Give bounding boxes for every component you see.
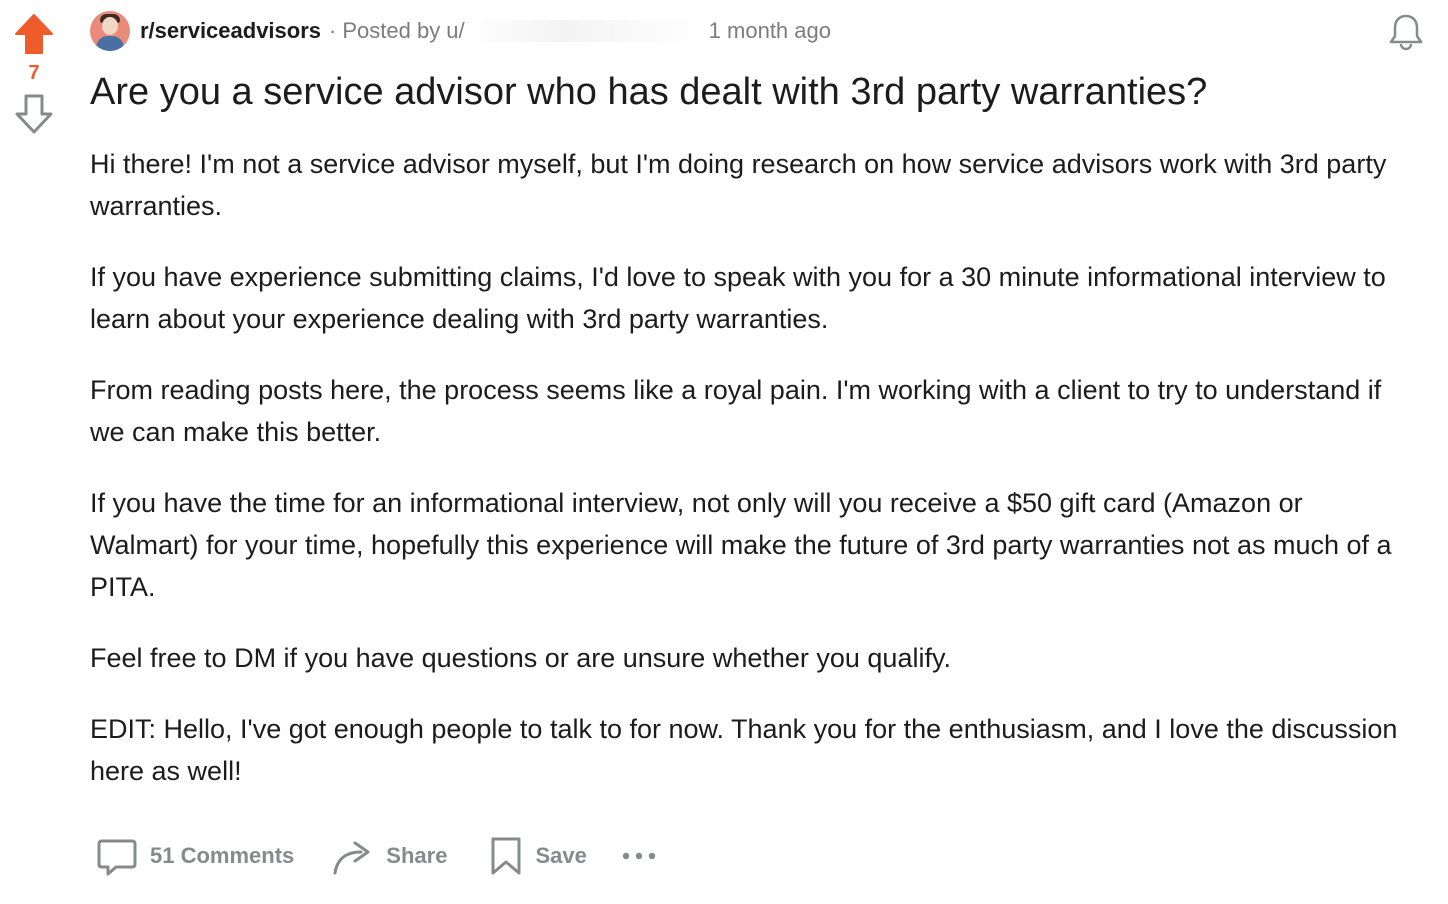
arrow-up-filled-icon: [15, 14, 53, 54]
subreddit-avatar[interactable]: [90, 11, 130, 51]
vote-count: 7: [28, 62, 40, 84]
save-button[interactable]: Save: [489, 835, 587, 877]
comments-button[interactable]: 51 Comments: [96, 835, 294, 877]
post-time: 1 month ago: [708, 18, 831, 43]
post-paragraph: From reading posts here, the process see…: [90, 375, 1382, 447]
subreddit-link[interactable]: r/serviceadvisors: [140, 18, 321, 44]
save-label: Save: [535, 843, 587, 868]
post-meta: r/serviceadvisors · Posted by u/ 1 month…: [90, 11, 1410, 51]
more-options-button[interactable]: [619, 836, 659, 876]
post-paragraph: If you have the time for an informationa…: [90, 488, 1392, 602]
bell-icon: [1389, 14, 1423, 51]
upvote-button[interactable]: [12, 12, 56, 56]
post-paragraph: If you have experience submitting claims…: [90, 262, 1386, 334]
comment-bubble-icon: [96, 835, 138, 877]
meta-separator: ·: [329, 18, 337, 43]
notification-bell-button[interactable]: [1384, 10, 1428, 54]
share-label: Share: [386, 843, 448, 868]
bookmark-icon: [489, 835, 523, 877]
post-action-bar: 51 Comments Share Save: [96, 832, 659, 880]
post-paragraph: Feel free to DM if you have questions or…: [90, 643, 951, 673]
post-paragraph: Hi there! I'm not a service advisor myse…: [90, 149, 1387, 221]
post-title[interactable]: Are you a service advisor who has dealt …: [90, 69, 1410, 115]
downvote-button[interactable]: [12, 92, 56, 136]
comments-label: 51 Comments: [150, 843, 295, 868]
arrow-down-outline-icon: [15, 94, 53, 134]
vote-column: 7: [0, 0, 68, 136]
posted-by-label: Posted by u/: [342, 18, 465, 43]
post-body: Hi there! I'm not a service advisor myse…: [90, 143, 1410, 792]
post-paragraph: EDIT: Hello, I've got enough people to t…: [90, 714, 1398, 786]
username-link-redacted[interactable]: [466, 20, 703, 42]
share-arrow-icon: [332, 835, 374, 877]
ellipsis-icon: [622, 852, 656, 860]
post-main: r/serviceadvisors · Posted by u/ 1 month…: [90, 0, 1423, 821]
share-button[interactable]: Share: [332, 835, 447, 877]
